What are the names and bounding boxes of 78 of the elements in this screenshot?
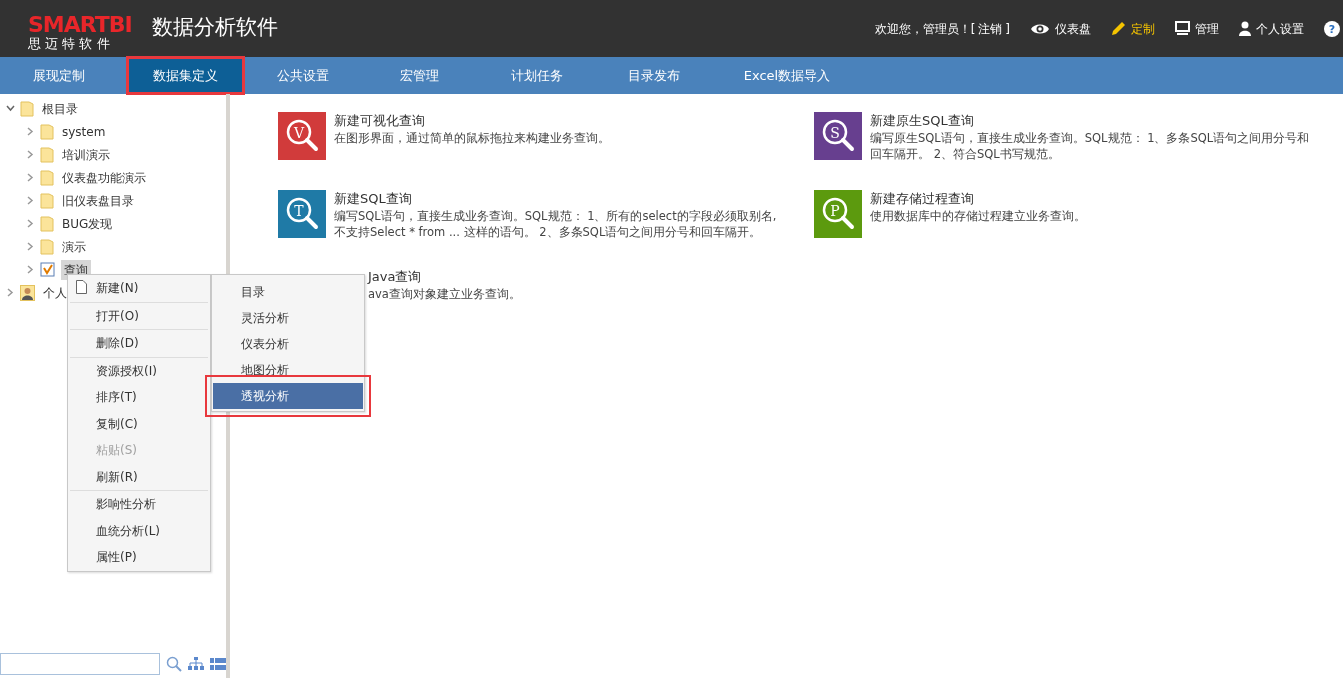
nav-tab[interactable]: 展现定制 bbox=[0, 57, 117, 94]
magnifier-icon[interactable]: T bbox=[278, 190, 326, 238]
nav-tab[interactable]: Excel数据导入 bbox=[712, 57, 862, 94]
menu-item[interactable]: 资源授权(I) bbox=[68, 357, 210, 384]
header-link[interactable]: 个人设置 bbox=[1239, 19, 1304, 38]
logo: SMARTBI bbox=[28, 13, 133, 36]
bracket-text: ] bbox=[1005, 20, 1010, 38]
welcome-text: 欢迎您，管理员！[ bbox=[874, 20, 976, 38]
collapse-icon[interactable] bbox=[6, 104, 15, 113]
menu-item[interactable]: 血统分析(L) bbox=[68, 517, 210, 544]
header-link[interactable]: 定制 bbox=[1111, 19, 1155, 38]
expand-icon[interactable] bbox=[26, 127, 35, 136]
folder-icon bbox=[40, 238, 54, 255]
tree-item[interactable]: 根目录 bbox=[39, 98, 81, 119]
expand-icon[interactable] bbox=[6, 288, 15, 297]
submenu-item[interactable]: 目录 bbox=[213, 279, 363, 305]
menu-item[interactable]: 属性(P) bbox=[68, 544, 210, 571]
submenu-item[interactable]: 透视分析 bbox=[213, 383, 363, 409]
expand-icon[interactable] bbox=[26, 219, 35, 228]
card-description: 在图形界面，通过简单的鼠标拖拉来构建业务查询。 bbox=[334, 130, 610, 146]
person-icon bbox=[1239, 21, 1251, 36]
document-icon bbox=[76, 280, 87, 294]
tree-item[interactable]: 旧仪表盘目录 bbox=[59, 190, 137, 211]
nav-tab[interactable]: 数据集定义 bbox=[127, 57, 244, 94]
tree-item[interactable]: BUG发现 bbox=[59, 213, 116, 234]
list-icon[interactable] bbox=[210, 658, 226, 670]
expand-icon[interactable] bbox=[26, 173, 35, 182]
expand-icon[interactable] bbox=[26, 196, 35, 205]
nav-tab[interactable]: 目录发布 bbox=[595, 57, 712, 94]
folder-icon bbox=[40, 169, 54, 186]
tree-item[interactable]: 培训演示 bbox=[59, 144, 113, 165]
menu-item[interactable]: 影响性分析 bbox=[68, 491, 210, 518]
card-description: 使用数据库中的存储过程建立业务查询。 bbox=[870, 208, 1086, 224]
submenu-item[interactable]: 灵活分析 bbox=[213, 305, 363, 331]
menu-item[interactable]: 删除(D) bbox=[68, 330, 210, 357]
logo-subtitle: 思 迈 特 软 件 bbox=[28, 35, 111, 52]
logout-link[interactable]: 注销 bbox=[978, 19, 1003, 38]
menu-item[interactable]: 打开(O) bbox=[68, 302, 210, 329]
hierarchy-icon[interactable] bbox=[188, 657, 204, 671]
magnifier-icon[interactable]: S bbox=[814, 112, 862, 160]
submenu-item[interactable]: 仪表分析 bbox=[213, 331, 363, 357]
card-description: 编写SQL语句，直接生成业务查询。SQL规范： 1、所有的select的字段必须取别名,不支持Select * from ... 这样的语句。 2、多条SQL语句之间用分号和回车隔开。 bbox=[334, 208, 778, 240]
expand-icon[interactable] bbox=[26, 265, 35, 274]
tree-item[interactable]: 仪表盘功能演示 bbox=[59, 167, 149, 188]
folder-icon bbox=[40, 215, 54, 232]
menu-item[interactable]: 复制(C) bbox=[68, 410, 210, 437]
folder-icon bbox=[40, 123, 54, 140]
card-description: 编写原生SQL语句，直接生成业务查询。SQL规范： 1、多条SQL语句之间用分号和回车隔开。 2、符合SQL书写规范。 bbox=[870, 130, 1311, 162]
folder-icon bbox=[40, 192, 54, 209]
search-field[interactable] bbox=[0, 653, 160, 675]
submenu-item[interactable]: 地图分析 bbox=[213, 357, 363, 383]
app-title: 数据分析软件 bbox=[151, 14, 278, 41]
tree-item[interactable]: 个人 bbox=[40, 282, 70, 303]
help-icon[interactable]: ? bbox=[1324, 20, 1340, 37]
search-icon[interactable] bbox=[166, 656, 182, 672]
header-link[interactable]: 管理 bbox=[1175, 19, 1219, 38]
card-title[interactable]: 新建SQL查询 bbox=[334, 190, 784, 208]
user-folder-icon bbox=[20, 284, 35, 301]
card-title[interactable]: Java查询 bbox=[368, 268, 521, 286]
folder-icon bbox=[20, 100, 34, 117]
tree-item[interactable]: system bbox=[59, 121, 109, 142]
card-description: ava查询对象建立业务查询。 bbox=[368, 286, 521, 302]
menu-item[interactable]: 排序(T) bbox=[68, 384, 210, 411]
expand-icon[interactable] bbox=[26, 150, 35, 159]
tree-item[interactable]: 演示 bbox=[59, 236, 89, 257]
magnifier-icon[interactable]: V bbox=[278, 112, 326, 160]
card-title[interactable]: 新建原生SQL查询 bbox=[870, 112, 1320, 130]
pencil-icon bbox=[1111, 21, 1126, 36]
card-title[interactable]: 新建存储过程查询 bbox=[870, 190, 1086, 208]
nav-tab[interactable]: 计划任务 bbox=[478, 57, 595, 94]
nav-tab[interactable]: 宏管理 bbox=[361, 57, 478, 94]
folder-icon bbox=[40, 146, 54, 163]
monitor-icon bbox=[1175, 21, 1190, 36]
header-link[interactable]: 仪表盘 bbox=[1030, 19, 1091, 38]
nav-tab[interactable]: 公共设置 bbox=[244, 57, 361, 94]
expand-icon[interactable] bbox=[26, 242, 35, 251]
card-title[interactable]: 新建可视化查询 bbox=[334, 112, 610, 130]
menu-item[interactable]: 刷新(R) bbox=[68, 463, 210, 490]
